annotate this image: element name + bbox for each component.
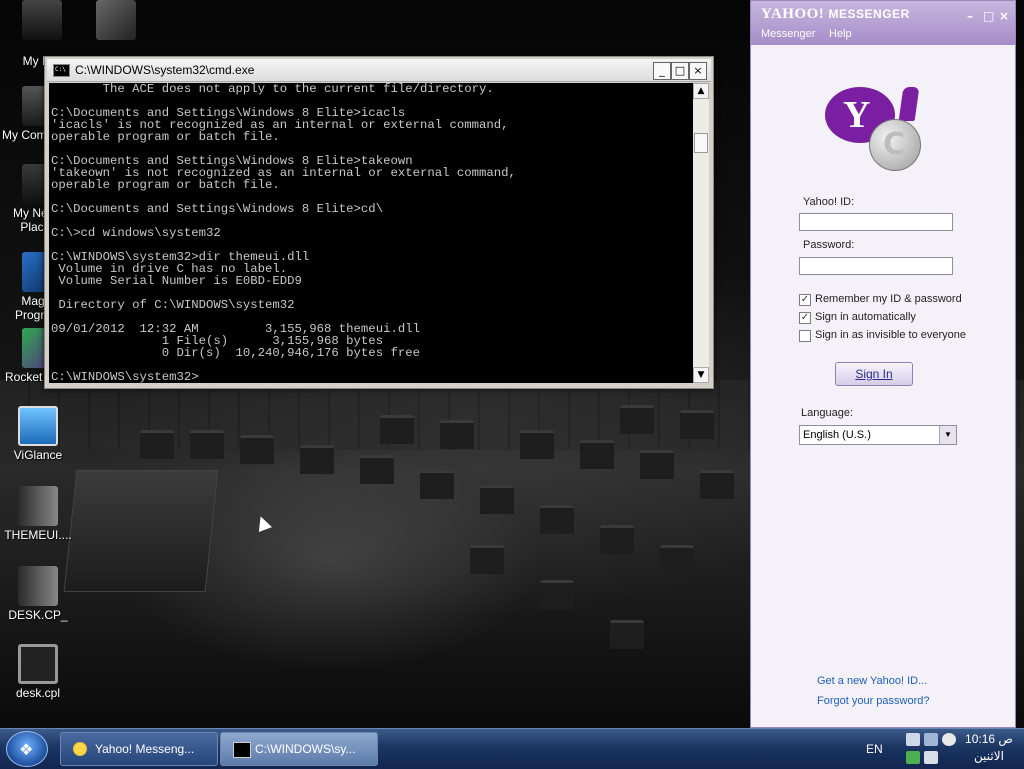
close-button[interactable]: × [999,9,1009,23]
taskbar: ❖ Yahoo! Messeng... C:\WINDOWS\sy... EN … [0,728,1024,769]
file-icon [18,566,58,606]
password-field[interactable] [799,257,953,275]
windows-logo-icon: ❖ [19,740,34,759]
desktop-icon-top-1[interactable] [0,0,84,42]
console-output-area[interactable]: The ACE does not apply to the current fi… [49,83,693,383]
app-icon [96,0,136,40]
monitor-icon [18,406,58,446]
clock-day: الاثنين [974,749,1004,763]
taskbar-button-yahoo[interactable]: Yahoo! Messeng... [60,732,218,766]
yahoo-smiley-icon [73,742,87,756]
minimize-button[interactable]: _ [653,62,671,80]
desktop-icon-label: DESK.CP_ [8,608,68,622]
yahoo-logo-exclamation [898,87,920,121]
yahoo-logo-letter: Y [843,94,871,136]
console-icon [53,64,70,77]
tray-app-icon[interactable] [906,751,920,764]
desktop-icon-top-2[interactable] [74,0,158,42]
desktop-icon-viglance[interactable]: ViGlance [0,406,80,462]
menu-help[interactable]: Help [829,28,852,40]
auto-signin-label[interactable]: Sign in automatically [815,311,916,323]
scroll-down-arrow-icon[interactable]: ▼ [693,367,709,383]
invisible-checkbox[interactable] [799,330,811,342]
start-button[interactable]: ❖ [6,731,48,767]
brand-yahoo: YAHOO! [761,6,825,22]
dll-file-icon [18,486,58,526]
desktop-icon-desk-cp[interactable]: DESK.CP_ [0,566,80,622]
clock[interactable]: 10:16 ص الاثنين [958,731,1020,765]
scroll-thumb[interactable] [694,133,708,153]
menu-messenger[interactable]: Messenger [761,28,815,40]
auto-signin-checkbox[interactable]: ✓ [799,312,811,324]
minimize-button[interactable]: – [967,9,973,23]
remember-checkbox[interactable]: ✓ [799,294,811,306]
forgot-password-link[interactable]: Forgot your password? [817,695,930,707]
desktop-icon-themeui[interactable]: THEMEUI.... [0,486,80,542]
desktop-icon-desk-cpl[interactable]: desk.cpl [0,644,80,700]
new-yahoo-id-link[interactable]: Get a new Yahoo! ID... [817,675,927,687]
maximize-button[interactable]: □ [671,62,689,80]
scroll-up-arrow-icon[interactable]: ▲ [693,83,709,99]
language-indicator[interactable]: EN [866,742,883,756]
console-output: The ACE does not apply to the current fi… [51,83,516,383]
desktop-icon-label: ViGlance [13,448,63,462]
yahoo-messenger-window[interactable]: YAHOO! MESSENGER – □ × Messenger Help Y … [750,0,1016,728]
cmd-titlebar[interactable]: C:\WINDOWS\system32\cmd.exe _ □ × [47,59,711,82]
volume-icon[interactable] [906,733,920,746]
invisible-label[interactable]: Sign in as invisible to everyone [815,329,966,341]
cmd-window[interactable]: C:\WINDOWS\system32\cmd.exe _ □ × The AC… [44,56,714,389]
taskbar-button-label: C:\WINDOWS\sy... [255,742,356,756]
console-icon [233,742,251,758]
yahoo-id-label: Yahoo! ID: [803,196,855,208]
clock-time: 10:16 ص [965,732,1013,746]
network-icon[interactable] [924,733,938,746]
folder-icon [22,0,62,40]
desktop-icon-label: desk.cpl [15,686,61,700]
taskbar-button-cmd[interactable]: C:\WINDOWS\sy... [220,732,378,766]
language-value: English (U.S.) [803,429,871,441]
desktop-icon-label: THEMEUI.... [4,528,72,542]
password-label: Password: [803,239,855,251]
control-panel-icon [18,644,58,684]
language-select[interactable]: English (U.S.) ▼ [799,425,957,445]
close-button[interactable]: × [689,62,707,80]
vertical-scrollbar[interactable]: ▲ ▼ [693,83,709,383]
messenger-brand: YAHOO! MESSENGER [761,6,910,23]
yahoo-id-input[interactable] [799,213,953,231]
sign-in-button[interactable]: Sign In [835,362,913,386]
chevron-down-icon[interactable]: ▼ [939,426,956,444]
taskbar-button-label: Yahoo! Messeng... [95,742,195,756]
messenger-tray-icon[interactable] [942,733,956,746]
brand-messenger: MESSENGER [828,7,910,21]
language-label: Language: [801,407,853,419]
tray-doc-icon[interactable] [924,751,938,764]
remember-label[interactable]: Remember my ID & password [815,293,962,305]
messenger-header[interactable]: YAHOO! MESSENGER – □ × Messenger Help [751,1,1015,45]
maximize-button[interactable]: □ [983,9,994,23]
cmd-title: C:\WINDOWS\system32\cmd.exe [75,63,255,77]
messenger-coin-icon: C [869,119,921,171]
